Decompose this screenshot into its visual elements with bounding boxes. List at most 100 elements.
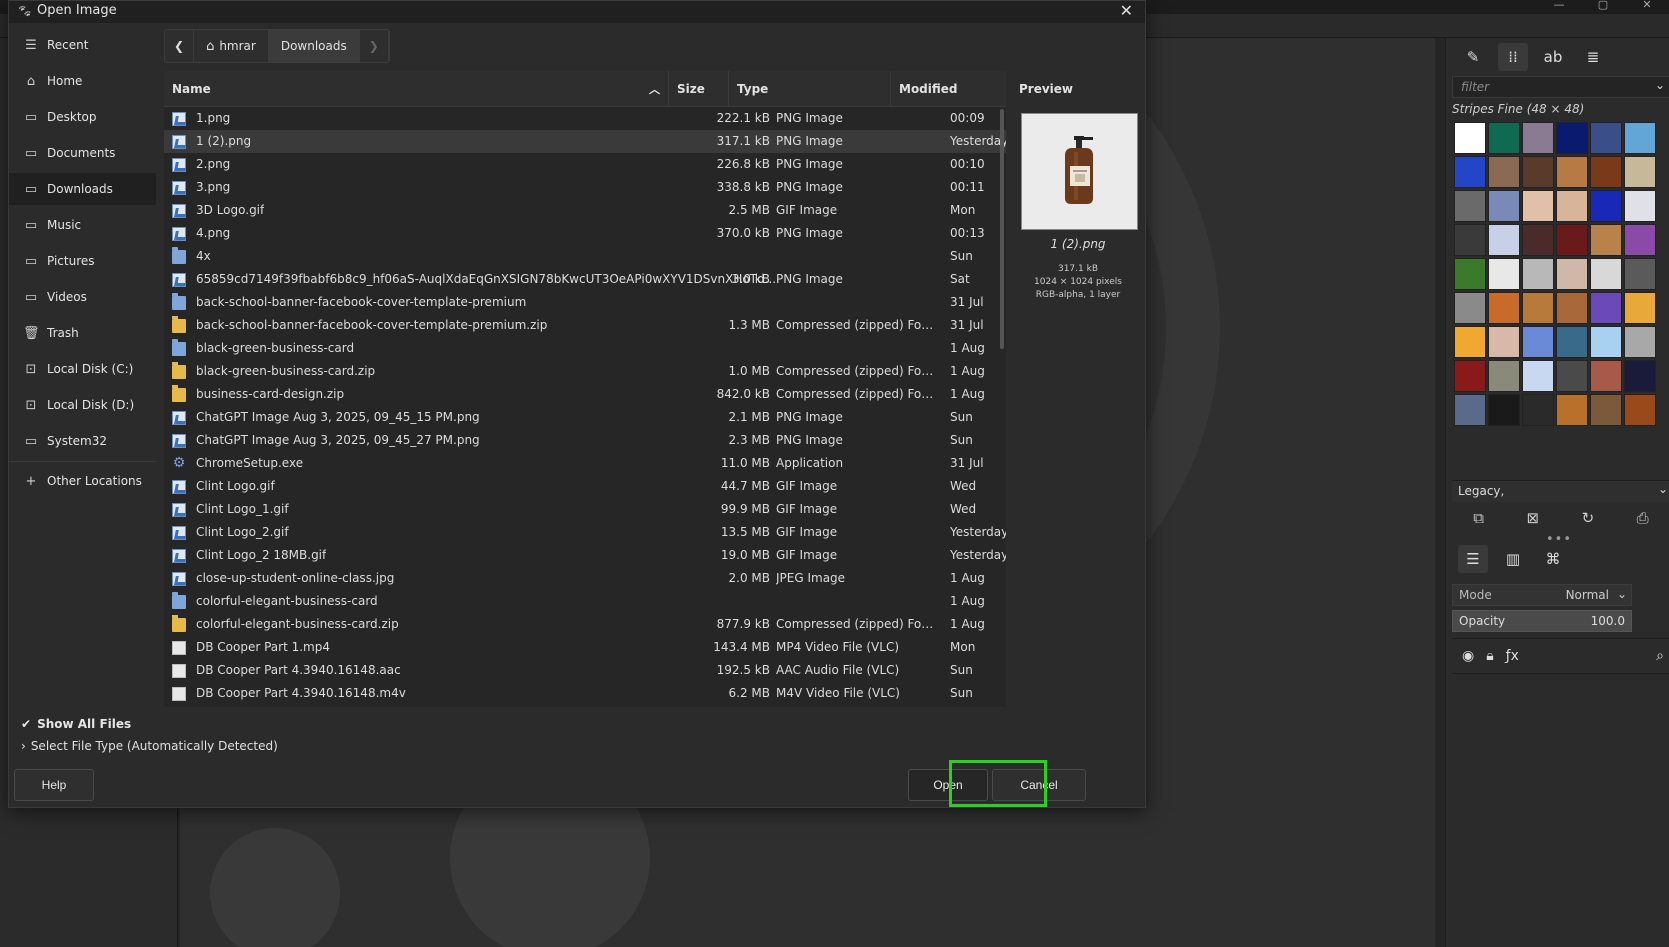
column-header-name[interactable]: Name ︿ <box>164 71 669 107</box>
path-forward-button[interactable]: ❯ <box>359 30 389 62</box>
pattern-swatch[interactable] <box>1590 360 1622 392</box>
pattern-swatch[interactable] <box>1488 326 1520 358</box>
file-list-scrollbar[interactable] <box>1000 109 1004 349</box>
sidebar-item-local-disk-c[interactable]: ⊡ Local Disk (C:) <box>9 353 156 385</box>
table-row[interactable]: 4.png 370.0 kB PNG Image 00:13 <box>164 222 1006 245</box>
duplicate-icon[interactable]: ⧉ <box>1473 509 1484 527</box>
pattern-swatch[interactable] <box>1522 360 1554 392</box>
pattern-swatch[interactable] <box>1556 224 1588 256</box>
pattern-swatch[interactable] <box>1556 394 1588 426</box>
pattern-swatch[interactable] <box>1590 326 1622 358</box>
layer-mode-select[interactable]: Mode Normal ⌄ <box>1452 584 1632 606</box>
table-row[interactable]: 3D Logo.gif 2.5 MB GIF Image Mon <box>164 199 1006 222</box>
pattern-swatch[interactable] <box>1522 292 1554 324</box>
pattern-swatch[interactable] <box>1488 394 1520 426</box>
table-row[interactable]: back-school-banner-facebook-cover-templa… <box>164 314 1006 337</box>
cancel-button[interactable]: Cancel <box>992 769 1086 801</box>
crumb-home[interactable]: ⌂ hmrar <box>194 30 269 62</box>
show-all-files-checkbox[interactable]: ✔ Show All Files <box>21 717 131 731</box>
table-row[interactable]: business-card-design.zip 842.0 kB Compress… <box>164 383 1006 406</box>
sidebar-item-pictures[interactable]: ▭ Pictures <box>9 245 156 277</box>
pattern-swatch[interactable] <box>1488 190 1520 222</box>
pattern-swatch[interactable] <box>1454 122 1486 154</box>
pattern-swatch[interactable] <box>1522 394 1554 426</box>
pattern-swatch[interactable] <box>1624 156 1656 188</box>
pattern-swatch[interactable] <box>1454 156 1486 188</box>
table-row[interactable]: black-green-business-card.zip 1.0 MB Compr… <box>164 360 1006 383</box>
table-row[interactable]: 3.png 338.8 kB PNG Image 00:11 <box>164 176 1006 199</box>
file-list[interactable]: Name ︿ Size Type Modified 1.png 222.1 kB P… <box>164 71 1006 707</box>
pattern-icon[interactable]: ⁞⁞ <box>1498 43 1528 71</box>
pattern-swatch[interactable] <box>1556 326 1588 358</box>
column-header-size[interactable]: Size <box>669 71 729 107</box>
sidebar-item-system32[interactable]: ▭ System32 <box>9 425 156 457</box>
pattern-swatch[interactable] <box>1590 122 1622 154</box>
table-row[interactable]: 1.png 222.1 kB PNG Image 00:09 <box>164 107 1006 130</box>
minimize-icon[interactable]: — <box>1537 0 1581 14</box>
brush-icon[interactable]: ✎ <box>1458 43 1488 71</box>
sidebar-item-desktop[interactable]: ▭ Desktop <box>9 101 156 133</box>
pattern-swatch[interactable] <box>1454 394 1486 426</box>
pattern-swatch[interactable] <box>1454 326 1486 358</box>
opacity-slider[interactable]: Opacity 100.0 <box>1452 610 1632 632</box>
paths-icon[interactable]: ⌘ <box>1538 545 1568 573</box>
pattern-swatch[interactable] <box>1488 360 1520 392</box>
search-icon[interactable]: ⌕ <box>1656 648 1664 664</box>
table-row[interactable]: black-green-business-card 1 Aug <box>164 337 1006 360</box>
table-row[interactable]: ChatGPT Image Aug 3, 2025, 09_45_27 PM.p… <box>164 429 1006 452</box>
pattern-swatch[interactable] <box>1454 258 1486 290</box>
table-row[interactable]: DB Cooper Part 4.3940.16148.m4v 6.2 MB M4V… <box>164 682 1006 705</box>
close-icon[interactable]: ✕ <box>1120 1 1133 20</box>
select-file-type-expander[interactable]: › Select File Type (Automatically Detect… <box>21 739 278 753</box>
table-row[interactable]: 2.png 226.8 kB PNG Image 00:10 <box>164 153 1006 176</box>
sidebar-item-local-disk-d[interactable]: ⊡ Local Disk (D:) <box>9 389 156 421</box>
sidebar-item-downloads[interactable]: ▭ Downloads <box>9 173 156 205</box>
open-as-image-icon[interactable]: ⎙ <box>1637 509 1649 527</box>
table-row[interactable]: colorful-elegant-business-card.zip 877.9 … <box>164 613 1006 636</box>
table-row[interactable]: back-school-banner-facebook-cover-templa… <box>164 291 1006 314</box>
sidebar-item-recent[interactable]: ☰ Recent <box>9 29 156 61</box>
table-row[interactable]: close-up-student-online-class.jpg 2.0 MB J… <box>164 567 1006 590</box>
table-row[interactable]: Clint Logo_2 18MB.gif 19.0 MB GIF Image Yes… <box>164 544 1006 567</box>
eye-icon[interactable]: ◉ <box>1462 648 1474 664</box>
table-row[interactable]: ChatGPT Image Aug 3, 2025, 09_45_15 PM.p… <box>164 406 1006 429</box>
pattern-swatch[interactable] <box>1556 190 1588 222</box>
pattern-swatch[interactable] <box>1488 292 1520 324</box>
pattern-swatch[interactable] <box>1522 190 1554 222</box>
pattern-swatch[interactable] <box>1556 258 1588 290</box>
pattern-swatch[interactable] <box>1454 292 1486 324</box>
pattern-swatch[interactable] <box>1624 190 1656 222</box>
sidebar-item-home[interactable]: ⌂ Home <box>9 65 156 97</box>
table-row[interactable]: Clint Logo_1.gif 99.9 MB GIF Image Wed <box>164 498 1006 521</box>
chevron-down-icon[interactable]: ⌄ <box>1655 78 1665 92</box>
refresh-icon[interactable]: ↻ <box>1582 509 1595 527</box>
pattern-swatch[interactable] <box>1522 122 1554 154</box>
maximize-icon[interactable]: ▢ <box>1581 0 1625 14</box>
column-header-type[interactable]: Type <box>729 71 891 107</box>
dialog-titlebar[interactable]: 🐾︎ Open Image ✕ <box>9 1 1145 23</box>
pattern-swatch[interactable] <box>1590 156 1622 188</box>
pattern-filter-input[interactable]: filter ⌄ <box>1452 76 1669 98</box>
pattern-swatch[interactable] <box>1522 326 1554 358</box>
pattern-swatch[interactable] <box>1454 224 1486 256</box>
table-row[interactable]: 4x Sun <box>164 245 1006 268</box>
channels-icon[interactable]: ▥ <box>1498 545 1528 573</box>
layers-icon[interactable]: ☰ <box>1458 545 1488 573</box>
pattern-swatch[interactable] <box>1488 122 1520 154</box>
pattern-preset-select[interactable]: Legacy, ⌄ <box>1452 480 1669 502</box>
open-button[interactable]: Open <box>908 769 988 801</box>
pattern-swatch[interactable] <box>1624 326 1656 358</box>
table-row[interactable]: DB Cooper Part 4.3940.16148.aac 192.5 kB A… <box>164 659 1006 682</box>
pattern-swatch[interactable] <box>1556 360 1588 392</box>
pattern-swatch[interactable] <box>1454 360 1486 392</box>
delete-icon[interactable]: ⊠ <box>1526 509 1539 527</box>
fx-icon[interactable]: ƒx <box>1506 648 1519 664</box>
pattern-swatch[interactable] <box>1590 258 1622 290</box>
document-history-icon[interactable]: ≣ <box>1578 43 1608 71</box>
lock-icon[interactable]: 🔒︎ <box>1486 648 1493 664</box>
sidebar-item-videos[interactable]: ▭ Videos <box>9 281 156 313</box>
sidebar-item-documents[interactable]: ▭ Documents <box>9 137 156 169</box>
help-button[interactable]: Help <box>14 769 94 801</box>
pattern-swatch[interactable] <box>1590 394 1622 426</box>
pattern-swatch[interactable] <box>1624 258 1656 290</box>
